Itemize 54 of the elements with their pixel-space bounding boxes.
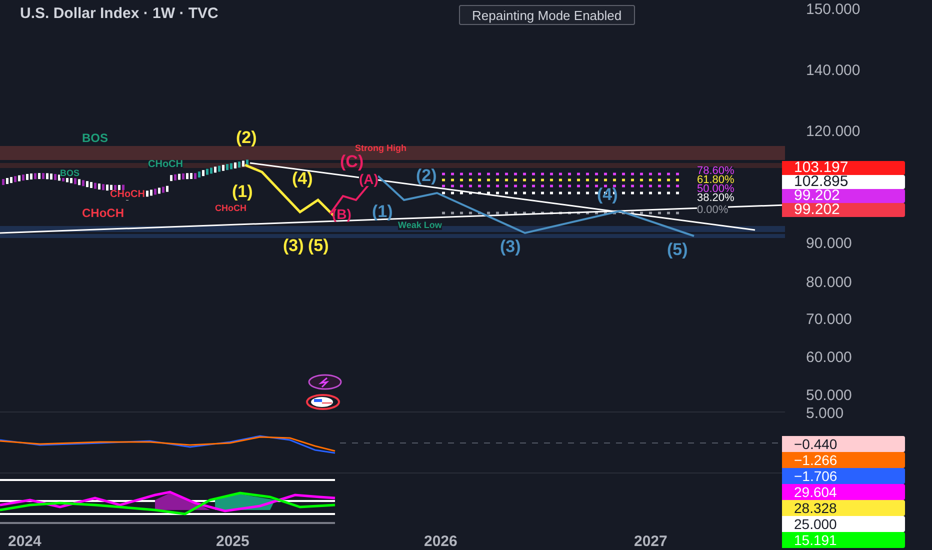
repainting-mode-button[interactable]: Repainting Mode Enabled (459, 5, 635, 25)
time-axis-label: 2026 (424, 534, 458, 549)
price-tag: 102.895 (782, 175, 905, 189)
price-axis-label: 140.000 (806, 63, 860, 79)
price-axis-label: 5.000 (806, 406, 844, 422)
structure-label: Strong High (355, 144, 406, 153)
structure-label: BOS (60, 169, 80, 178)
time-axis-label: 2025 (216, 534, 250, 549)
wave-label: (5) (308, 237, 329, 254)
wave-label: (2) (236, 129, 257, 146)
structure-label: CHoCH (82, 207, 124, 219)
fibonacci-level-label: 78.60% (697, 167, 734, 176)
chart-title: U.S. Dollar Index · 1W · TVC (20, 4, 218, 24)
structure-label: CHoCH (215, 204, 246, 213)
fibonacci-level-label: 61.80% (697, 176, 734, 185)
price-axis-label: 80.000 (806, 275, 852, 291)
time-axis-label: 2027 (634, 534, 668, 549)
wave-label: (5) (667, 241, 688, 258)
wave-label: (3) (283, 237, 304, 254)
price-axis-label: 120.000 (806, 124, 860, 140)
structure-label: Weak Low (398, 221, 442, 230)
lightning-icon[interactable] (308, 374, 342, 390)
wave-label: (1) (372, 203, 393, 220)
structure-label: CHoCH (148, 160, 183, 170)
price-axis-label: 150.000 (806, 2, 860, 18)
indicator-value-tag: 29.604 (782, 484, 905, 500)
price-tag: 99.202 (782, 189, 905, 203)
flag-icon[interactable] (306, 394, 340, 410)
indicator-value-tag: 25.000 (782, 516, 905, 532)
indicator-value-tag: −1.706 (782, 468, 905, 484)
structure-label: BOS (82, 132, 108, 144)
indicator-value-tag: 28.328 (782, 500, 905, 516)
fibonacci-level-label: 38.20% (697, 194, 734, 203)
price-axis-label: 60.000 (806, 350, 852, 366)
wave-label: (C) (340, 153, 364, 170)
price-axis-label: 90.000 (806, 236, 852, 252)
fibonacci-level-label: 50.00% (697, 185, 734, 194)
wave-label: (4) (597, 186, 618, 203)
price-axis-label: 70.000 (806, 312, 852, 328)
structure-label: CHoCH (110, 190, 145, 200)
price-tag: 103.197 (782, 161, 905, 175)
wave-label: (2) (416, 167, 437, 184)
price-axis-label: 50.000 (806, 388, 852, 404)
wave-label: (A) (359, 172, 378, 186)
indicator-value-tag: −1.266 (782, 452, 905, 468)
indicator-value-tag: 15.191 (782, 532, 905, 548)
wave-label: (4) (292, 170, 313, 187)
time-axis-label: 2024 (8, 534, 42, 549)
wave-label: (B) (332, 207, 352, 221)
wave-label: (3) (500, 238, 521, 255)
fibonacci-level-label: 0.00% (697, 206, 728, 215)
wave-label: (1) (232, 183, 253, 200)
price-tag: 99.202 (782, 203, 905, 217)
indicator-value-tag: −0.440 (782, 436, 905, 452)
